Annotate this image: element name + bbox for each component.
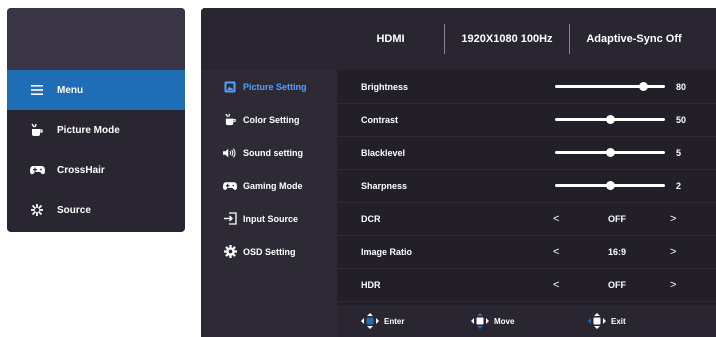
gamepad-icon [223,179,237,193]
quick-item-label: CrossHair [57,164,105,176]
resolution-status: 1920X1080 100Hz [461,33,553,45]
nav-osd-setting[interactable]: OSD Setting [201,235,337,268]
chevron-right-icon[interactable]: > [670,279,676,291]
hamburger-icon [29,83,45,97]
nav-label: Picture Setting [243,81,307,92]
nav-sound-setting[interactable]: Sound setting [201,136,337,169]
settings-list: Brightness 80 Contrast 50 Blacklevel 5 S… [337,70,716,337]
setting-value: 80 [676,81,687,92]
picture-mode-icon [29,123,45,137]
quick-menu: Menu Picture Mode CrossHair Source [7,8,185,232]
chevron-right-icon[interactable]: > [670,213,676,225]
chevron-right-icon[interactable]: > [670,246,676,258]
quick-item-menu[interactable]: Menu [7,70,185,110]
dpad-enter-icon [361,313,379,329]
sharpness-slider[interactable] [555,181,665,190]
status-header: HDMI 1920X1080 100Hz Adaptive-Sync Off [201,8,716,70]
quick-item-picture-mode[interactable]: Picture Mode [7,110,185,150]
setting-value: OFF [608,213,626,224]
speaker-icon [223,146,237,160]
gear-icon [223,245,237,259]
nav-label: Input Source [243,213,299,224]
setting-label: Image Ratio [361,246,413,257]
slider-thumb[interactable] [639,82,648,91]
hint-label: Enter [384,316,405,326]
setting-row-dcr[interactable]: DCR < OFF > [337,202,716,236]
slider-thumb[interactable] [606,115,615,124]
gamepad-icon [29,163,45,177]
source-icon [29,203,45,217]
setting-row-contrast[interactable]: Contrast 50 [337,103,716,137]
setting-value: 16:9 [607,246,626,257]
dpad-exit-icon [588,313,606,329]
nav-input-source[interactable]: Input Source [201,202,337,235]
hint-exit: Exit [588,313,626,329]
setting-row-image-ratio[interactable]: Image Ratio < 16:9 > [337,235,716,269]
nav-gaming-mode[interactable]: Gaming Mode [201,169,337,202]
quick-menu-header [7,8,185,70]
setting-row-brightness[interactable]: Brightness 80 [337,70,716,104]
brightness-slider[interactable] [555,82,665,91]
setting-label: DCR [361,213,381,224]
input-status: HDMI [376,33,405,45]
hint-label: Exit [611,316,626,326]
slider-thumb[interactable] [606,148,615,157]
nav-label: Color Setting [243,114,300,125]
quick-item-label: Picture Mode [57,124,120,136]
picture-setting-icon [223,80,237,94]
nav-color-setting[interactable]: Color Setting [201,103,337,136]
chevron-left-icon[interactable]: < [553,279,559,291]
chevron-left-icon[interactable]: < [553,213,559,225]
setting-label: Blacklevel [361,147,406,158]
osd-main-panel: HDMI 1920X1080 100Hz Adaptive-Sync Off P… [201,8,716,337]
blacklevel-slider[interactable] [555,148,665,157]
hint-move: Move [471,313,514,329]
nav-picture-setting[interactable]: Picture Setting [201,70,337,103]
nav-label: OSD Setting [243,246,296,257]
quick-item-label: Source [57,204,91,216]
setting-row-blacklevel[interactable]: Blacklevel 5 [337,136,716,170]
control-hints: Enter Move Exit [337,305,716,337]
color-setting-icon [223,113,237,127]
nav-label: Gaming Mode [243,180,303,191]
input-source-icon [223,212,237,226]
category-nav: Picture Setting Color Setting Sound sett… [201,70,337,337]
setting-label: Brightness [361,81,409,92]
hint-label: Move [494,316,515,326]
quick-item-source[interactable]: Source [7,190,185,230]
setting-value: 5 [676,147,682,158]
hint-enter: Enter [361,313,404,329]
contrast-slider[interactable] [555,115,665,124]
nav-label: Sound setting [243,147,303,158]
slider-thumb[interactable] [606,181,615,190]
chevron-left-icon[interactable]: < [553,246,559,258]
setting-row-hdr[interactable]: HDR < OFF > [337,268,716,302]
setting-label: Sharpness [361,180,408,191]
setting-label: Contrast [361,114,399,125]
sync-status: Adaptive-Sync Off [586,33,682,45]
setting-value: 2 [676,180,682,191]
quick-item-crosshair[interactable]: CrossHair [7,150,185,190]
setting-value: 50 [676,114,687,125]
quick-item-label: Menu [57,84,84,96]
dpad-move-icon [471,313,489,329]
setting-label: HDR [361,279,381,290]
setting-value: OFF [608,279,626,290]
setting-row-sharpness[interactable]: Sharpness 2 [337,169,716,203]
